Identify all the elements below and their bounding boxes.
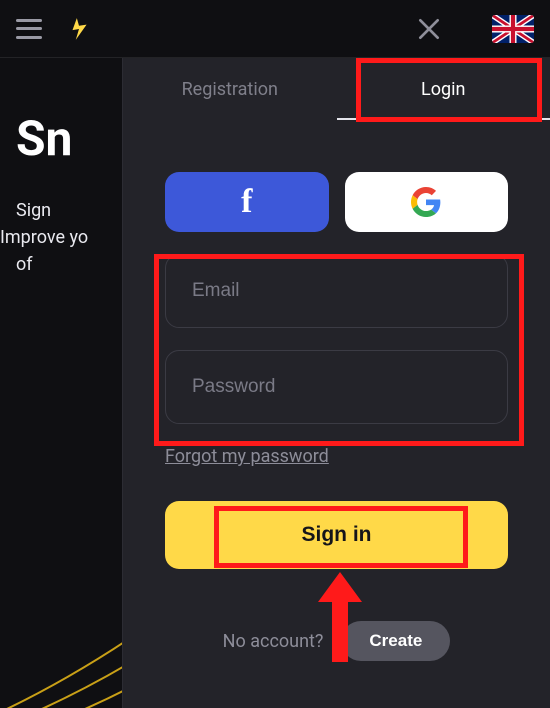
forgot-password-link[interactable]: Forgot my password bbox=[165, 446, 329, 467]
bg-sub-line: Improve yo bbox=[0, 224, 116, 251]
password-field[interactable] bbox=[165, 350, 508, 424]
no-account-text: No account? bbox=[223, 631, 324, 652]
facebook-login-button[interactable]: f bbox=[165, 172, 329, 232]
sign-in-button[interactable]: Sign in bbox=[165, 501, 508, 569]
social-login-row: f bbox=[165, 172, 508, 232]
sign-in-label: Sign in bbox=[302, 523, 372, 546]
bg-sub-line: Sign bbox=[16, 197, 116, 224]
create-account-button[interactable]: Create bbox=[341, 621, 450, 661]
language-flag-uk[interactable] bbox=[492, 15, 534, 43]
tab-label: Registration bbox=[182, 79, 278, 100]
menu-icon[interactable] bbox=[16, 19, 42, 39]
google-icon bbox=[411, 187, 441, 217]
auth-tabs: Registration Login bbox=[123, 58, 550, 120]
auth-drawer: Registration Login f For bbox=[122, 58, 550, 708]
tab-label: Login bbox=[421, 79, 465, 100]
tab-login[interactable]: Login bbox=[337, 58, 550, 120]
google-login-button[interactable] bbox=[345, 172, 509, 232]
email-field[interactable] bbox=[165, 254, 508, 328]
top-bar bbox=[0, 0, 550, 58]
tab-registration[interactable]: Registration bbox=[123, 58, 337, 120]
app-logo[interactable] bbox=[66, 16, 92, 42]
close-icon[interactable] bbox=[416, 16, 442, 42]
bg-sub-line: of bbox=[16, 251, 116, 278]
facebook-icon: f bbox=[241, 183, 252, 221]
